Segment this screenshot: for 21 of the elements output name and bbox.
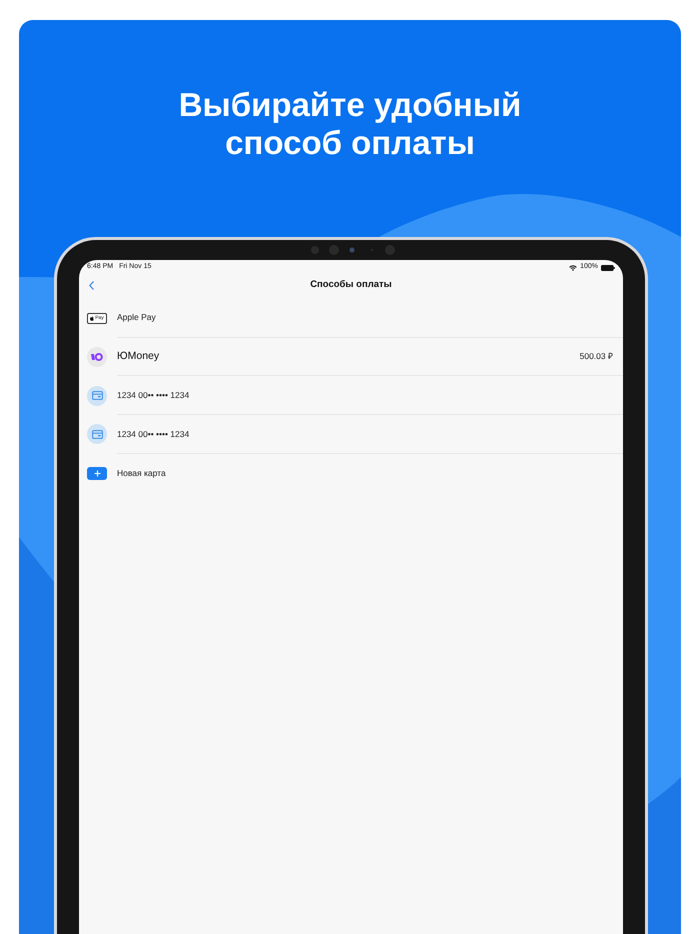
battery-icon [601, 264, 615, 270]
card-icon [87, 424, 107, 444]
method-label: Новая карта [117, 466, 166, 480]
method-label: ЮMoney [117, 348, 160, 364]
wifi-icon [569, 264, 578, 270]
card-icon [87, 386, 107, 406]
method-label: Apple Pay [117, 311, 156, 324]
payment-method-item[interactable]: 1234 00•• •••• 1234 [79, 376, 623, 416]
add-icon [87, 466, 107, 480]
apple-icon [90, 316, 94, 321]
payment-method-item[interactable]: Новая карта [79, 454, 623, 492]
payment-method-item[interactable]: 1234 00•• •••• 1234 [79, 415, 623, 454]
method-label: 1234 00•• •••• 1234 [117, 428, 190, 440]
method-label: 1234 00•• •••• 1234 [117, 388, 190, 402]
back-button[interactable] [87, 280, 95, 291]
payment-method-item[interactable]: ЮMoney 500.03 ₽ [79, 338, 623, 376]
headline: Выбирайте удобный [178, 86, 522, 124]
screen-title: Способы оплаты [310, 278, 392, 292]
wallet-logo-icon [87, 347, 107, 368]
balance: 500.03 ₽ [580, 350, 613, 363]
headline: способ оплаты [225, 124, 475, 162]
